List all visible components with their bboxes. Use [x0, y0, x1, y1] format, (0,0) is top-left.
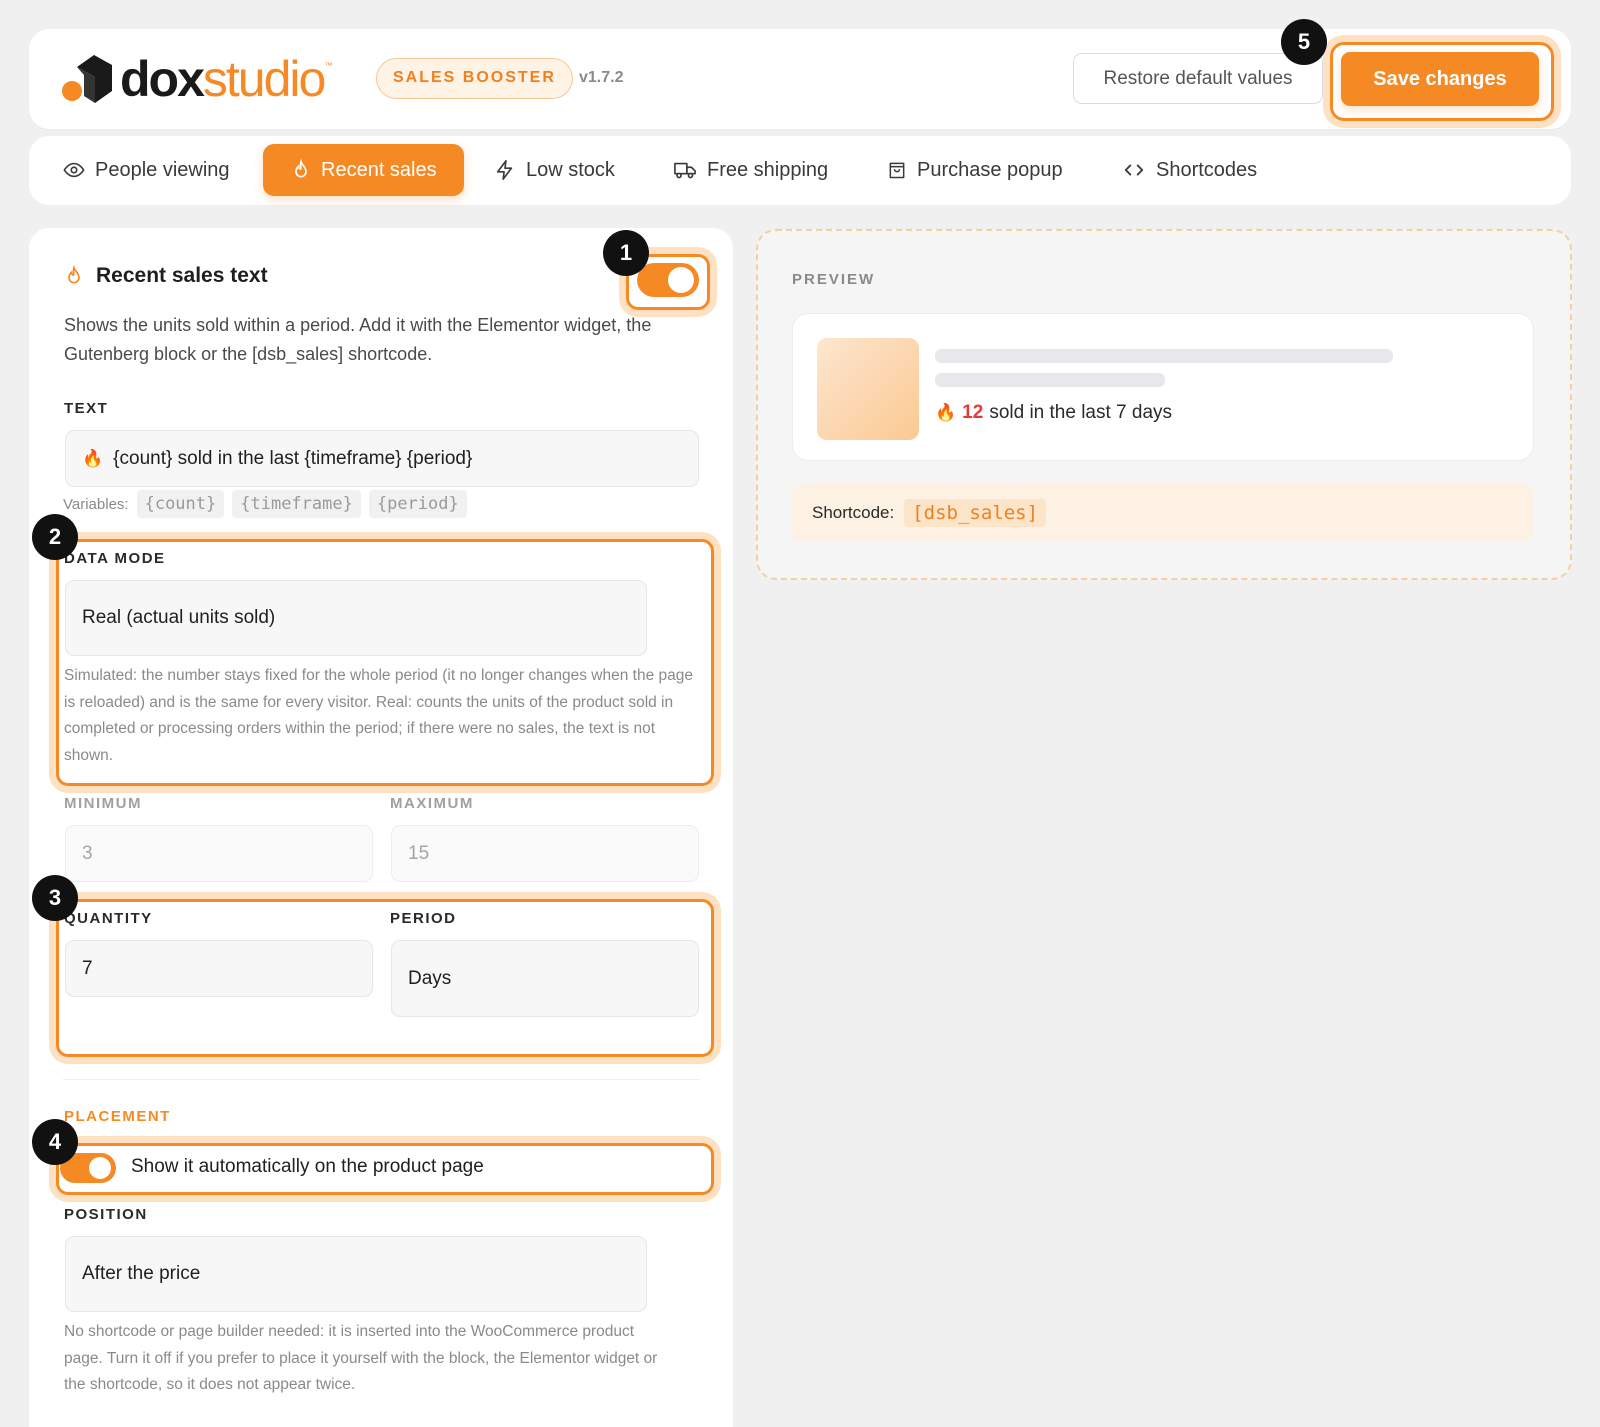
variable-chip[interactable]: {period} [368, 490, 467, 518]
period-label: PERIOD [390, 910, 457, 927]
enable-toggle[interactable] [637, 263, 699, 297]
preview-label: PREVIEW [792, 271, 876, 288]
section-description: Shows the units sold within a period. Ad… [64, 315, 652, 364]
period-select[interactable]: Days [391, 940, 699, 1017]
fire-emoji: 🔥 [82, 448, 104, 468]
tab-label: Low stock [526, 158, 615, 181]
maximum-input[interactable]: 15 [391, 825, 699, 882]
variable-chip[interactable]: {count} [136, 490, 225, 518]
skeleton-subtitle-line [935, 373, 1165, 387]
toggle-knob [89, 1157, 111, 1179]
text-input[interactable]: 🔥 {count} sold in the last {timeframe} {… [65, 430, 699, 487]
settings-panel: Recent sales text 1 Shows the units sold… [29, 228, 733, 1427]
variable-chip[interactable]: {timeframe} [232, 490, 361, 518]
tab-recent-sales[interactable]: Recent sales [263, 144, 464, 196]
tab-label: Free shipping [707, 158, 829, 181]
sold-count: 12 [962, 402, 984, 423]
version-label: v1.7.2 [579, 69, 624, 86]
product-thumbnail [817, 338, 919, 440]
variables-row: Variables: {count} {timeframe} {period} [63, 490, 467, 518]
position-help: No shortcode or page builder needed: it … [64, 1323, 658, 1393]
position-select[interactable]: After the price [65, 1236, 647, 1312]
step-badge-1: 1 [603, 230, 649, 276]
data-mode-label: DATA MODE [64, 550, 166, 567]
product-badge: SALES BOOSTER [376, 58, 573, 99]
placement-label: PLACEMENT [64, 1108, 171, 1125]
step-badge-3: 3 [32, 875, 78, 921]
text-input-value: {count} sold in the last {timeframe} {pe… [113, 447, 473, 469]
tab-bar: People viewing Recent sales Low stock Fr… [29, 136, 1571, 205]
header-bar: doxstudio ™ SALES BOOSTER v1.7.2 Restore… [29, 19, 1571, 129]
maximum-label: MAXIMUM [390, 795, 474, 812]
tab-purchase-popup[interactable]: Purchase popup [887, 144, 1063, 196]
section-divider [63, 1079, 699, 1080]
shortcode-label: Shortcode: [812, 503, 895, 522]
data-mode-select[interactable]: Real (actual units sold) [65, 580, 647, 656]
data-mode-help: Simulated: the number stays fixed for th… [64, 667, 693, 764]
quantity-label: QUANTITY [64, 910, 153, 927]
text-label: TEXT [64, 400, 109, 417]
fire-emoji: 🔥 [935, 403, 957, 422]
logo-mark-icon [62, 55, 112, 103]
tab-free-shipping[interactable]: Free shipping [673, 144, 828, 196]
position-label: POSITION [64, 1206, 148, 1223]
step-badge-5: 5 [1281, 19, 1327, 65]
eye-icon [63, 162, 85, 178]
preview-panel: PREVIEW 🔥 12 sold in the last 7 days Sho… [756, 229, 1572, 580]
tab-people-viewing[interactable]: People viewing [63, 144, 230, 196]
skeleton-title-line [935, 349, 1393, 363]
variables-label: Variables: [63, 495, 129, 513]
step-badge-4: 4 [32, 1119, 78, 1165]
minimum-input[interactable]: 3 [65, 825, 373, 882]
bolt-icon [496, 160, 513, 180]
section-header: Recent sales text [64, 264, 268, 288]
tab-label: People viewing [95, 158, 230, 181]
restore-defaults-button[interactable]: Restore default values [1073, 53, 1323, 104]
flame-icon [68, 265, 80, 284]
tab-shortcodes[interactable]: Shortcodes [1122, 144, 1257, 196]
tab-label: Shortcodes [1156, 158, 1258, 181]
tab-low-stock[interactable]: Low stock [494, 144, 615, 196]
quantity-input[interactable]: 7 [65, 940, 373, 997]
truck-icon [674, 162, 696, 179]
bag-icon [889, 162, 905, 179]
toggle-knob [668, 267, 694, 293]
sold-preview-text: 🔥 12 sold in the last 7 days [935, 402, 1172, 424]
flame-icon [295, 159, 307, 178]
code-icon [1124, 164, 1144, 176]
logo: doxstudio ™ [62, 53, 332, 105]
logo-wordmark: doxstudio [120, 51, 326, 107]
minimum-label: MINIMUM [64, 795, 142, 812]
section-title: Recent sales text [96, 264, 268, 287]
step-badge-2: 2 [32, 514, 78, 560]
sold-text: sold in the last 7 days [989, 402, 1173, 423]
preview-product-card: 🔥 12 sold in the last 7 days [792, 313, 1534, 461]
save-changes-button[interactable]: Save changes [1341, 52, 1539, 106]
logo-trademark: ™ [324, 61, 333, 70]
tab-label: Recent sales [321, 158, 437, 181]
auto-placement-label: Show it automatically on the product pag… [131, 1156, 484, 1177]
tab-label: Purchase popup [917, 158, 1063, 181]
shortcode-value[interactable]: [dsb_sales] [904, 499, 1047, 527]
shortcode-row: Shortcode: [dsb_sales] [792, 484, 1534, 542]
